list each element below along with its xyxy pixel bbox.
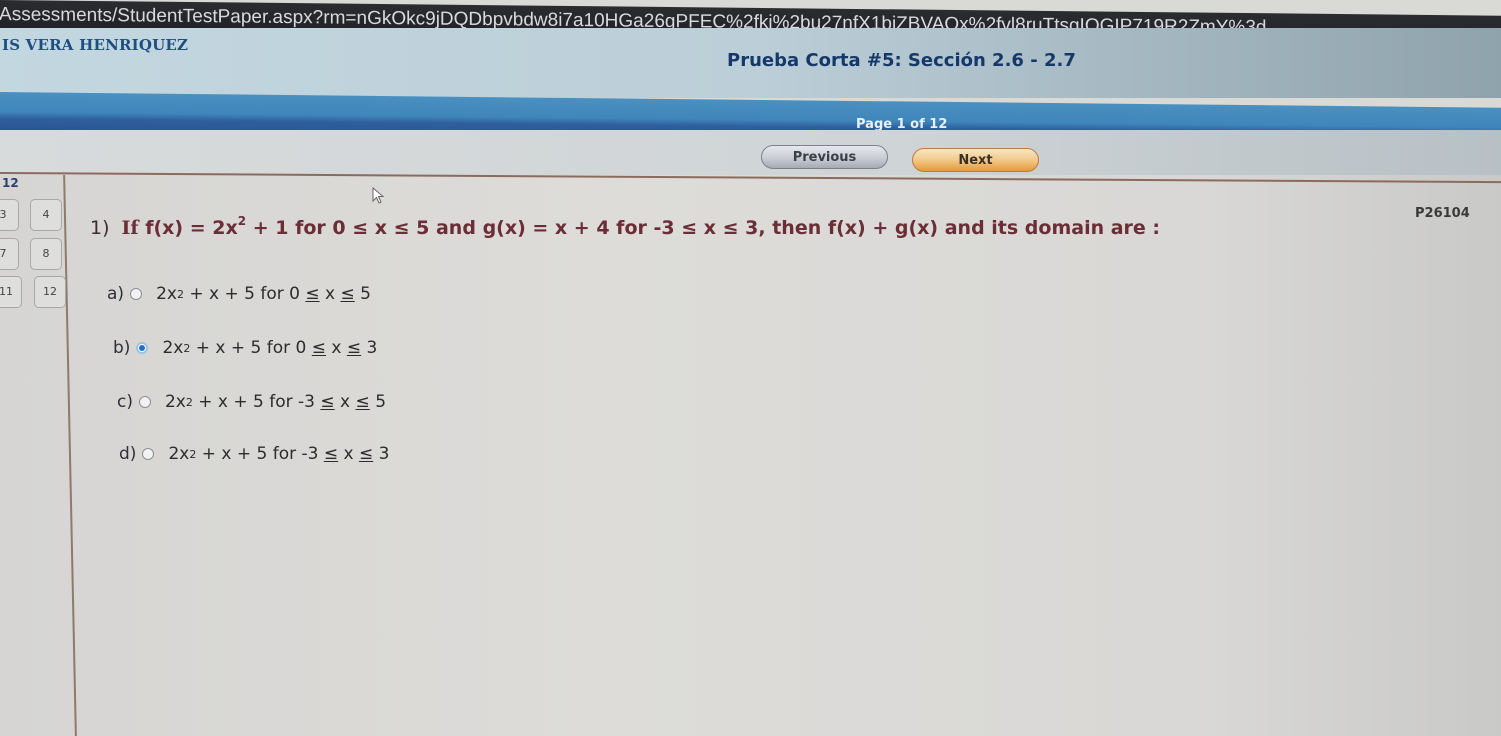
answer-option-c[interactable]: c) 2x 2 + x + 5 for -3 ≤ x ≤ 5 — [117, 392, 386, 412]
question-nav-3[interactable]: 3 — [0, 199, 19, 231]
previous-button[interactable]: Previous — [761, 145, 888, 169]
question-nav-7[interactable]: 7 — [0, 238, 19, 270]
radio-button-d[interactable] — [142, 448, 155, 460]
next-button[interactable]: Next — [912, 148, 1039, 172]
question-count: 12 — [2, 176, 19, 190]
question-nav-4[interactable]: 4 — [30, 199, 62, 231]
answer-option-a[interactable]: a) 2x 2 + x + 5 for 0 ≤ x ≤ 5 — [107, 284, 371, 304]
question-id: P26104 — [1415, 206, 1470, 221]
question-number: 1) — [90, 217, 110, 239]
mouse-cursor-icon — [372, 187, 385, 204]
question-text: 1) If f(x) = 2x2 + 1 for 0 ≤ x ≤ 5 and g(… — [90, 214, 1161, 239]
question-nav-11[interactable]: 11 — [0, 276, 22, 308]
answer-option-d[interactable]: d) 2x 2 + x + 5 for -3 ≤ x ≤ 3 — [119, 444, 389, 464]
student-name: IS VERA HENRIQUEZ — [2, 36, 189, 54]
test-title: Prueba Corta #5: Sección 2.6 - 2.7 — [727, 50, 1076, 71]
radio-button-a[interactable] — [130, 288, 143, 300]
answer-option-b[interactable]: b) 2x 2 + x + 5 for 0 ≤ x ≤ 3 — [113, 338, 377, 358]
question-nav-12[interactable]: 12 — [34, 276, 66, 308]
radio-button-c[interactable] — [138, 396, 151, 408]
radio-button-b[interactable] — [136, 342, 149, 354]
question-nav-8[interactable]: 8 — [30, 238, 62, 270]
